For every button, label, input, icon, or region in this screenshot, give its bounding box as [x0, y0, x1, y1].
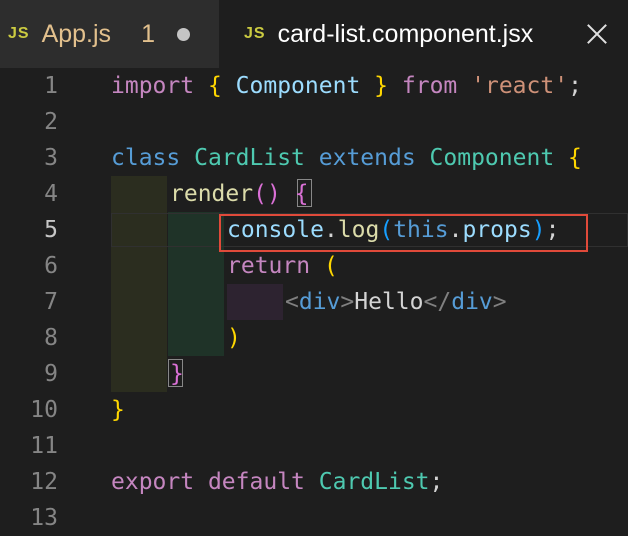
code-line-10[interactable]: } — [111, 392, 125, 428]
token-paren: () — [253, 181, 281, 207]
token-keyword: class — [111, 145, 181, 171]
token-text: Hello — [354, 289, 424, 315]
indent-guide — [227, 284, 283, 320]
token-function: render — [170, 181, 254, 207]
token-tag-name: div — [451, 289, 493, 315]
token-brace: { — [207, 73, 222, 99]
line-number: 13 — [30, 505, 58, 531]
token-string: 'react' — [471, 73, 569, 99]
token-tag-bracket: > — [340, 289, 355, 315]
token-brace: { — [294, 181, 309, 207]
editor-tab-bar: JS App.js 1 JS card-list.component.jsx — [0, 0, 628, 68]
token-brace: { — [568, 145, 582, 171]
line-number: 10 — [30, 397, 58, 423]
token-keyword: import — [111, 73, 195, 99]
tab-label: App.js — [41, 19, 112, 48]
line-number: 7 — [44, 289, 58, 315]
token-paren: ) — [227, 325, 241, 351]
code-line-3[interactable]: class CardList extends Component { — [111, 140, 582, 176]
line-number: 8 — [44, 325, 58, 351]
code-editor[interactable]: 1 2 3 4 5 6 7 8 9 10 11 12 13 import { C… — [0, 68, 628, 531]
tab-label: card-list.component.jsx — [277, 19, 534, 48]
token-class-name: Component — [429, 145, 555, 171]
code-line-7[interactable]: <div>Hello</div> — [285, 284, 507, 320]
token-tag-bracket: < — [285, 289, 299, 315]
token-brace: } — [111, 397, 125, 423]
line-number: 6 — [44, 253, 58, 279]
token-brace: } — [170, 361, 184, 387]
code-line-8[interactable]: ) — [227, 320, 241, 356]
indent-guide — [111, 176, 167, 392]
problem-count-badge: 1 — [141, 19, 155, 48]
token-keyword: extends — [318, 145, 416, 171]
code-line-4[interactable]: render() { — [170, 176, 309, 212]
token-tag-bracket: > — [492, 289, 507, 315]
token-brace: } — [374, 73, 389, 99]
token-class-name: CardList — [318, 469, 430, 495]
code-line-9[interactable]: } — [170, 356, 184, 392]
line-number: 4 — [44, 181, 58, 207]
line-number: 12 — [30, 469, 58, 495]
token-keyword: default — [207, 469, 305, 495]
code-line-1[interactable]: import { Component } from 'react'; — [111, 68, 582, 104]
tab-card-list-component[interactable]: JS card-list.component.jsx — [219, 0, 628, 68]
token-punctuation: ; — [568, 73, 582, 99]
line-number: 3 — [44, 145, 58, 171]
dirty-dot-icon[interactable] — [176, 27, 190, 41]
token-identifier: Component — [235, 73, 361, 99]
token-punctuation: ; — [429, 469, 444, 495]
code-line-6[interactable]: return ( — [227, 248, 338, 284]
line-number: 9 — [44, 361, 58, 387]
line-number: 2 — [44, 109, 58, 135]
tab-app-js[interactable]: JS App.js 1 — [0, 0, 219, 68]
token-tag-name: div — [298, 289, 341, 315]
token-paren: ( — [323, 253, 338, 279]
code-line-12[interactable]: export default CardList; — [111, 464, 443, 500]
annotation-highlight-box — [219, 214, 588, 252]
token-keyword: return — [227, 253, 311, 279]
close-icon[interactable] — [586, 23, 608, 45]
token-tag-bracket: </ — [423, 289, 452, 315]
line-number: 11 — [30, 433, 58, 459]
token-keyword: from — [401, 73, 458, 99]
line-number-current: 5 — [44, 217, 58, 243]
token-class-name: CardList — [194, 145, 305, 171]
js-file-icon: JS — [8, 25, 30, 42]
line-number: 1 — [44, 73, 58, 99]
js-file-icon: JS — [244, 25, 266, 42]
token-keyword: export — [111, 469, 195, 495]
